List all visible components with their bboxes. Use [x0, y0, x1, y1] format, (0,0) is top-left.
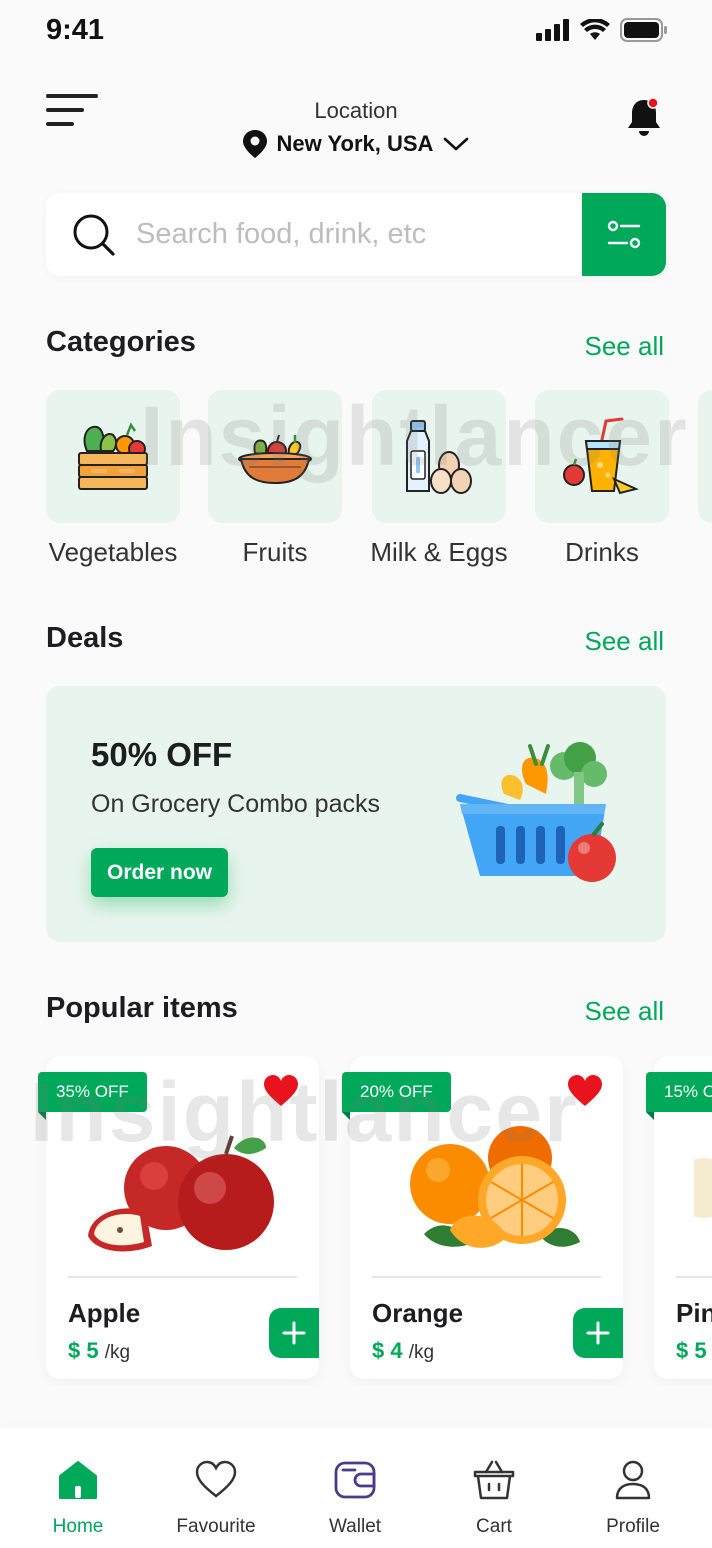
discount-badge: 15% O	[646, 1072, 712, 1120]
juice-drink-icon	[563, 417, 640, 494]
product-price: $ 4 /kg	[372, 1338, 434, 1364]
notification-button[interactable]	[626, 96, 662, 138]
bottom-nav: Home Favourite Wallet Cart Profile	[0, 1428, 712, 1548]
product-name: Pin	[676, 1298, 712, 1328]
search-input[interactable]	[136, 207, 566, 261]
card-divider	[372, 1276, 601, 1278]
category-label: Fruits	[242, 537, 308, 567]
deal-subtitle: On Grocery Combo packs	[91, 790, 380, 818]
category-next[interactable]	[680, 390, 712, 523]
milk-eggs-icon	[406, 419, 472, 494]
card-divider	[676, 1276, 712, 1278]
popular-title: Popular items	[46, 992, 238, 1024]
status-icons	[536, 18, 668, 42]
product-name: Apple	[68, 1298, 141, 1328]
location-selector[interactable]: New York, USA	[0, 130, 712, 158]
nav-label: Profile	[606, 1516, 660, 1537]
filter-button[interactable]	[582, 193, 666, 276]
nav-wallet[interactable]: Wallet	[295, 1458, 415, 1538]
heart-filled-icon[interactable]	[263, 1074, 299, 1108]
category-label: Drinks	[565, 537, 639, 567]
nav-label: Favourite	[176, 1516, 256, 1537]
plus-icon	[282, 1321, 306, 1345]
category-tile	[535, 390, 669, 523]
nav-label: Cart	[476, 1516, 512, 1537]
nav-profile[interactable]: Profile	[573, 1458, 693, 1538]
deals-title: Deals	[46, 622, 124, 654]
fruit-icon	[694, 1158, 712, 1218]
deal-headline: 50% OFF	[91, 736, 233, 773]
wifi-icon	[580, 19, 610, 40]
battery-icon	[620, 18, 667, 42]
categories-list: Vegetables Fruits Milk & Eggs Drinks	[0, 390, 712, 580]
category-tile	[372, 390, 506, 523]
product-price: $ 5	[676, 1338, 707, 1364]
filter-icon	[607, 220, 641, 248]
category-tile	[208, 390, 342, 523]
location-label: Location	[314, 98, 398, 123]
nav-label: Wallet	[328, 1516, 382, 1537]
price-unit: /kg	[408, 1342, 435, 1363]
apple-icon	[88, 1135, 274, 1252]
bell-icon	[628, 97, 660, 136]
category-fruits[interactable]: Fruits	[190, 390, 360, 568]
location-city: New York, USA	[276, 131, 434, 156]
location-pin-icon	[242, 130, 267, 158]
category-tile	[698, 390, 712, 523]
category-tile	[46, 390, 180, 523]
header: Location New York, USA	[0, 84, 712, 174]
product-price: $ 5 /kg	[68, 1338, 130, 1364]
price-unit: /kg	[104, 1342, 131, 1363]
categories-see-all-link[interactable]: See all	[585, 331, 665, 362]
add-to-cart-button[interactable]	[573, 1308, 623, 1358]
chevron-down-icon	[444, 137, 469, 151]
deals-see-all-link[interactable]: See all	[585, 626, 665, 657]
grocery-basket-icon	[456, 742, 616, 882]
status-time: 9:41	[46, 14, 105, 46]
category-milk-eggs[interactable]: Milk & Eggs	[354, 390, 524, 568]
plus-icon	[586, 1321, 610, 1345]
category-label: Milk & Eggs	[370, 537, 508, 567]
search-bar	[46, 193, 666, 276]
popular-see-all-link[interactable]: See all	[585, 996, 665, 1027]
heart-filled-icon[interactable]	[567, 1074, 603, 1108]
category-vegetables[interactable]: Vegetables	[28, 390, 198, 568]
fruit-basket-icon	[238, 434, 312, 484]
cellular-signal-icon	[536, 19, 569, 41]
card-divider	[68, 1276, 297, 1278]
heart-icon	[195, 1460, 237, 1498]
vegetable-crate-icon	[78, 421, 148, 490]
price-value: $ 5	[676, 1338, 707, 1363]
categories-title: Categories	[46, 326, 196, 358]
product-card-partial[interactable]: 15% O Pin $ 5	[646, 1056, 712, 1379]
wallet-icon	[334, 1461, 376, 1499]
product-card-orange[interactable]: 20% OFF Orange $ 4 /kg	[342, 1056, 623, 1379]
category-label: Vegetables	[48, 537, 178, 567]
profile-icon	[615, 1460, 651, 1500]
basket-icon	[473, 1460, 515, 1500]
add-to-cart-button[interactable]	[269, 1308, 319, 1358]
nav-cart[interactable]: Cart	[434, 1458, 554, 1538]
category-drinks[interactable]: Drinks	[517, 390, 687, 568]
discount-badge: 35% OFF	[38, 1072, 147, 1120]
nav-label: Home	[52, 1516, 104, 1537]
popular-items-list: 35% OFF Apple $ 5 /kg 20% OFF Orange $ 4…	[0, 1056, 712, 1386]
price-value: $ 5	[68, 1338, 99, 1363]
deal-card[interactable]: 50% OFF On Grocery Combo packs Order now	[46, 686, 666, 942]
home-icon	[59, 1461, 97, 1499]
nav-home[interactable]: Home	[18, 1458, 138, 1538]
nav-favourite[interactable]: Favourite	[156, 1458, 276, 1538]
product-name: Orange	[372, 1298, 464, 1328]
price-value: $ 4	[372, 1338, 403, 1363]
discount-badge: 20% OFF	[342, 1072, 451, 1120]
orange-icon	[410, 1126, 580, 1248]
order-now-button[interactable]: Order now	[91, 848, 228, 897]
status-bar: 9:41	[0, 0, 712, 60]
search-icon	[73, 214, 115, 256]
product-card-apple[interactable]: 35% OFF Apple $ 5 /kg	[38, 1056, 319, 1379]
